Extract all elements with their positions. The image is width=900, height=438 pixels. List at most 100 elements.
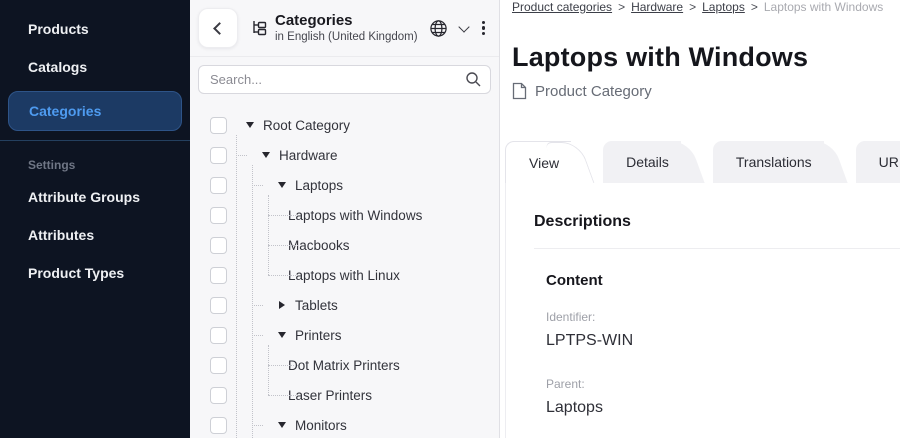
tree-panel-header: Categories in English (United Kingdom): [190, 0, 499, 57]
panel-title: Categories: [275, 12, 418, 29]
tree-item-checkbox[interactable]: [210, 297, 227, 314]
tree-item[interactable]: Macbooks: [190, 230, 499, 260]
tree-expand-arrow[interactable]: [275, 301, 289, 309]
entity-type-label: Product Category: [535, 83, 652, 100]
field-group: Identifier: LPTPS-WIN: [546, 310, 900, 350]
tree-item-label[interactable]: Monitors: [295, 418, 347, 433]
panel-language-subtitle: in English (United Kingdom): [275, 31, 418, 44]
tab-url[interactable]: URL: [856, 141, 900, 183]
globe-icon: [429, 19, 448, 38]
document-icon: [512, 82, 527, 100]
language-globe-button[interactable]: [427, 17, 450, 40]
tree-connector: [252, 335, 263, 336]
tree-item-label[interactable]: Hardware: [279, 148, 338, 163]
tree-item-checkbox[interactable]: [210, 207, 227, 224]
language-dropdown-button[interactable]: [458, 24, 470, 33]
field-label: Identifier:: [546, 310, 900, 324]
main-sidebar: ProductsCatalogsCategoriesSettingsAttrib…: [0, 0, 190, 438]
tree-connector: [268, 275, 298, 276]
sidebar-item-catalogs[interactable]: Catalogs: [0, 48, 190, 86]
category-tree-icon: [250, 19, 268, 37]
sidebar-item-attribute-groups[interactable]: Attribute Groups: [0, 178, 190, 216]
tree-item[interactable]: Laptops: [190, 170, 499, 200]
tree-item-label[interactable]: Laptops: [295, 178, 343, 193]
tree-item[interactable]: Laptops with Linux: [190, 260, 499, 290]
tree-item-checkbox[interactable]: [210, 117, 227, 134]
tree-item[interactable]: Monitors: [190, 410, 499, 438]
category-tree: Root Category Hardware Laptops Laptops w…: [190, 102, 499, 438]
breadcrumb-separator: >: [689, 0, 696, 14]
tree-item-checkbox[interactable]: [210, 267, 227, 284]
tree-item-label[interactable]: Laptops with Linux: [288, 268, 400, 283]
categories-tree-panel: Categories in English (United Kingdom): [190, 0, 500, 438]
breadcrumb: Product categories > Hardware > Laptops > Lapt…: [512, 0, 900, 15]
tree-item-label[interactable]: Root Category: [263, 118, 350, 133]
section-divider: [534, 248, 900, 249]
chevron-down-icon: [458, 21, 469, 32]
tab-view[interactable]: View: [505, 141, 571, 183]
tree-item-label[interactable]: Tablets: [295, 298, 338, 313]
breadcrumb-link[interactable]: Laptops: [702, 0, 745, 14]
section-title: Descriptions: [534, 213, 900, 231]
tree-item[interactable]: Hardware: [190, 140, 499, 170]
tree-connector: [252, 185, 263, 186]
breadcrumb-link[interactable]: Hardware: [631, 0, 683, 14]
category-detail-panel: Product categories > Hardware > Laptops > Lapt…: [500, 0, 900, 438]
tree-item-label[interactable]: Printers: [295, 328, 342, 343]
tree-item[interactable]: Tablets: [190, 290, 499, 320]
tree-connector: [252, 425, 263, 426]
tree-connector: [268, 215, 298, 216]
tree-item-label[interactable]: Laser Printers: [288, 388, 372, 403]
tree-connector: [268, 245, 298, 246]
sidebar-item-products[interactable]: Products: [0, 10, 190, 48]
tree-item-label[interactable]: Laptops with Windows: [288, 208, 422, 223]
tree-connector: [268, 365, 298, 366]
tree-connector: [252, 305, 263, 306]
app-window: ProductsCatalogsCategoriesSettingsAttrib…: [0, 0, 900, 438]
tree-expand-arrow[interactable]: [259, 152, 273, 158]
back-button[interactable]: [198, 8, 238, 48]
detail-tabs: View Details Translations URL: [505, 141, 900, 183]
tree-expand-arrow[interactable]: [275, 182, 289, 188]
tree-expand-arrow[interactable]: [275, 422, 289, 428]
field-group: Parent: Laptops: [546, 377, 900, 417]
breadcrumb-separator: >: [618, 0, 625, 14]
tree-connector: [268, 395, 298, 396]
tree-item-checkbox[interactable]: [210, 237, 227, 254]
tree-item[interactable]: Laptops with Windows: [190, 200, 499, 230]
tree-item-label[interactable]: Dot Matrix Printers: [288, 358, 400, 373]
content-title: Content: [546, 272, 900, 289]
tree-item-checkbox[interactable]: [210, 327, 227, 344]
tree-item-checkbox[interactable]: [210, 147, 227, 164]
sidebar-item-attributes[interactable]: Attributes: [0, 216, 190, 254]
tab-translations[interactable]: Translations: [713, 141, 824, 183]
breadcrumb-current: Laptops with Windows: [764, 0, 883, 14]
tab-details[interactable]: Details: [603, 141, 681, 183]
tree-item[interactable]: Printers: [190, 320, 499, 350]
tree-item-checkbox[interactable]: [210, 387, 227, 404]
tree-item-checkbox[interactable]: [210, 177, 227, 194]
tree-item[interactable]: Root Category: [190, 110, 499, 140]
more-options-button[interactable]: [478, 19, 489, 38]
sidebar-item-product-types[interactable]: Product Types: [0, 254, 190, 292]
search-icon: [465, 71, 482, 93]
tree-expand-arrow[interactable]: [275, 332, 289, 338]
chevron-left-icon: [213, 22, 226, 35]
field-value: LPTPS-WIN: [546, 332, 900, 350]
sidebar-section-header: Settings: [0, 150, 190, 178]
field-label: Parent:: [546, 377, 900, 391]
tree-item[interactable]: Laser Printers: [190, 380, 499, 410]
tree-connector: [236, 155, 247, 156]
tree-expand-arrow[interactable]: [243, 122, 257, 128]
tree-item[interactable]: Dot Matrix Printers: [190, 350, 499, 380]
tab-content: Descriptions Content Identifier: LPTPS-W…: [505, 183, 900, 438]
search-input[interactable]: [198, 65, 491, 94]
page-title: Laptops with Windows: [512, 42, 900, 73]
breadcrumb-separator: >: [751, 0, 758, 14]
sidebar-item-categories[interactable]: Categories: [8, 91, 182, 131]
breadcrumb-link[interactable]: Product categories: [512, 0, 612, 14]
field-value: Laptops: [546, 399, 900, 417]
sidebar-divider: [0, 140, 190, 141]
tree-item-checkbox[interactable]: [210, 417, 227, 434]
tree-item-checkbox[interactable]: [210, 357, 227, 374]
